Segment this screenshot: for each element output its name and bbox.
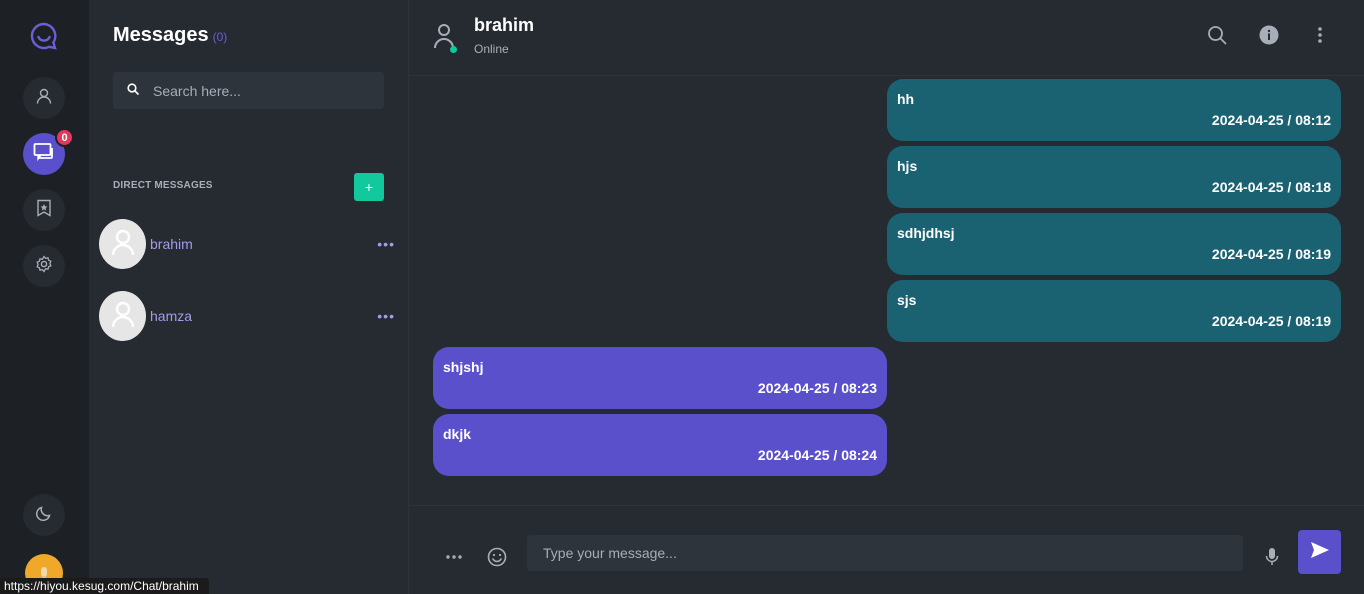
search-input[interactable]	[153, 82, 373, 99]
chat-list-panel: Messages(0) DIRECT MESSAGES + brahim •••	[89, 0, 409, 594]
user-icon	[110, 227, 136, 262]
contact-avatar	[99, 291, 146, 341]
message-text: sdhjdhsj	[897, 225, 955, 241]
conversation-panel: brahim Online hh 2024-04-25 / 08:12 hjs …	[409, 0, 1364, 594]
message-time: 2024-04-25 / 08:23	[757, 380, 877, 396]
message-time: 2024-04-25 / 08:19	[1211, 246, 1331, 262]
outgoing-message[interactable]: sjs 2024-04-25 / 08:19	[887, 280, 1341, 342]
settings-icon	[35, 254, 53, 278]
search-box	[113, 72, 384, 109]
chat-logo-icon[interactable]	[29, 21, 59, 51]
bookmark-icon	[35, 199, 53, 222]
rail-profile-button[interactable]	[23, 77, 65, 119]
message-text: sjs	[897, 292, 917, 308]
emoji-icon[interactable]	[486, 546, 508, 568]
contact-name: hamza	[150, 308, 193, 324]
outgoing-message[interactable]: sdhjdhsj 2024-04-25 / 08:19	[887, 213, 1341, 275]
add-direct-message-button[interactable]: +	[354, 173, 384, 201]
messages-count: (0)	[212, 30, 228, 44]
search-icon	[127, 82, 139, 100]
moon-icon	[35, 504, 53, 527]
conversation-name[interactable]: brahim	[474, 15, 534, 36]
more-horizontal-icon[interactable]	[443, 546, 465, 568]
notification-badge: 0	[55, 128, 74, 147]
conversation-status: Online	[474, 42, 509, 56]
contact-item[interactable]: hamza •••	[99, 290, 399, 342]
side-rail: 0	[0, 0, 89, 594]
message-input[interactable]	[527, 535, 1243, 571]
chat-app: 0 Messages (0) Search here... DIRECT MES…	[0, 0, 1364, 594]
message-time: 2024-04-25 / 08:12	[1211, 112, 1331, 128]
page-title: Messages (0)	[113, 24, 227, 47]
direct-messages-label: DIRECT MESSAGES	[113, 180, 213, 191]
info-icon[interactable]	[1258, 24, 1280, 46]
message-time: 2024-04-25 / 08:19	[1211, 313, 1331, 329]
message-time: 2024-04-25 / 08:24	[757, 447, 877, 463]
contact-avatar	[99, 219, 146, 269]
search-icon[interactable]	[1206, 24, 1228, 46]
contact-item[interactable]: brahim •••	[99, 218, 399, 270]
message-text: dkjk	[443, 426, 472, 442]
send-button[interactable]	[1298, 530, 1341, 574]
outgoing-message[interactable]: hjs 2024-04-25 / 08:18	[887, 146, 1341, 208]
conversation-header: brahim Online	[409, 0, 1364, 76]
outgoing-message[interactable]: hh 2024-04-25 / 08:12	[887, 79, 1341, 141]
more-vertical-icon[interactable]	[1309, 24, 1331, 46]
messages-icon	[33, 142, 55, 167]
status-bar-url: https://hiyou.kesug.com/Chat/brahim	[0, 578, 209, 594]
more-horizontal-icon[interactable]: •••	[377, 308, 395, 324]
message-time: 2024-04-25 / 08:18	[1211, 179, 1331, 195]
message-composer	[409, 505, 1364, 594]
message-text: hh	[897, 91, 915, 107]
message-text: shjshj	[443, 359, 484, 375]
more-horizontal-icon[interactable]: •••	[377, 236, 395, 252]
rail-bookmarks-button[interactable]	[23, 189, 65, 231]
incoming-message[interactable]: shjshj 2024-04-25 / 08:23	[433, 347, 887, 409]
rail-settings-button[interactable]	[23, 245, 65, 287]
incoming-message[interactable]: dkjk 2024-04-25 / 08:24	[433, 414, 887, 476]
contact-name: brahim	[150, 236, 193, 252]
microphone-icon[interactable]	[1261, 546, 1283, 568]
user-icon	[110, 299, 136, 334]
message-text: hjs	[897, 158, 918, 174]
messages-title: Messages	[113, 24, 209, 46]
user-icon	[35, 87, 53, 110]
send-icon	[1310, 541, 1330, 564]
rail-theme-toggle[interactable]	[23, 494, 65, 536]
online-indicator	[450, 46, 457, 53]
